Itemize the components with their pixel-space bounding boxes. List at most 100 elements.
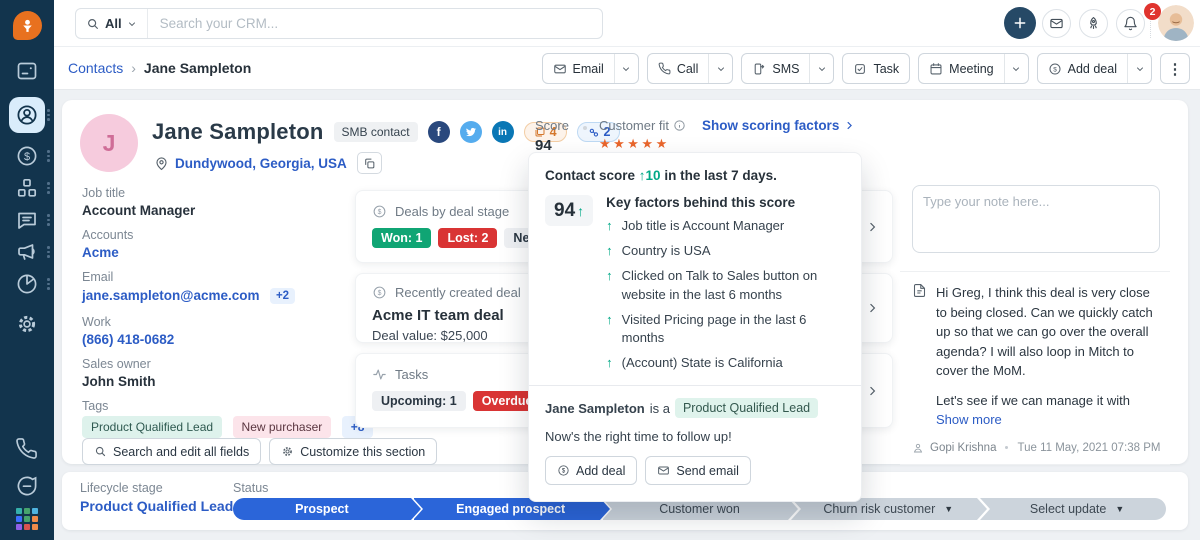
dollar-circle-icon: $ xyxy=(1048,62,1062,76)
contacts-icon[interactable] xyxy=(9,97,45,133)
sidebar: $ xyxy=(0,0,54,540)
contact-location[interactable]: Dundywood, Georgia, USA xyxy=(175,156,347,171)
add-deal-button[interactable]: $ Add deal xyxy=(1038,54,1127,83)
app-logo-icon[interactable] xyxy=(13,11,42,40)
popup-send-email-button[interactable]: Send email xyxy=(645,456,751,485)
notifications-bell-icon[interactable] xyxy=(1116,9,1145,38)
note-author: Gopi Krishna xyxy=(930,442,996,454)
show-more-link[interactable]: Show more xyxy=(936,412,1002,427)
meeting-dropdown-button[interactable] xyxy=(1004,54,1028,83)
add-deal-dropdown-button[interactable] xyxy=(1127,54,1151,83)
task-button[interactable]: Task xyxy=(843,54,909,83)
tag-pill[interactable]: Product Qualified Lead xyxy=(82,416,222,438)
quick-add-button[interactable] xyxy=(1004,7,1036,39)
email-label: Email xyxy=(82,270,350,284)
note-input[interactable] xyxy=(912,185,1160,253)
meeting-button[interactable]: Meeting xyxy=(919,54,1003,83)
conversations-menu-icon[interactable] xyxy=(47,214,51,226)
chevron-right-icon[interactable] xyxy=(866,220,879,233)
twitter-icon[interactable] xyxy=(460,121,482,143)
up-arrow-icon: ↑ xyxy=(577,203,584,219)
work-phone-label: Work xyxy=(82,315,350,329)
campaigns-menu-icon[interactable] xyxy=(47,246,51,258)
whats-new-rocket-icon[interactable] xyxy=(1079,9,1108,38)
calendar-icon xyxy=(929,62,943,76)
score-factor: ↑Clicked on Talk to Sales button on webs… xyxy=(606,267,845,303)
email-button[interactable]: Email xyxy=(543,54,614,83)
email-inbox-icon[interactable] xyxy=(1042,9,1071,38)
products-icon[interactable] xyxy=(15,176,39,200)
lead-name: Jane Sampleton xyxy=(545,401,645,416)
campaigns-icon[interactable] xyxy=(15,240,39,264)
apps-grid-icon[interactable] xyxy=(16,508,38,530)
contact-fields: Job title Account Manager Accounts Acme … xyxy=(82,186,350,448)
notes-panel: Hi Greg, I think this deal is very close… xyxy=(900,185,1170,490)
contact-name: Jane Sampleton xyxy=(152,119,324,145)
info-icon[interactable] xyxy=(673,119,686,132)
stage-select-update[interactable]: Select update▼ xyxy=(980,498,1166,520)
search-scope-dropdown[interactable]: All xyxy=(76,9,148,38)
author-stamp-icon xyxy=(912,442,924,454)
lifecycle-stage-dropdown[interactable]: Product Qualified Lead▼ xyxy=(80,498,247,514)
dot-separator xyxy=(583,126,587,130)
customer-fit-stars: ★★★★★ xyxy=(599,136,686,152)
breadcrumb-contacts-link[interactable]: Contacts xyxy=(68,60,123,76)
deals-icon[interactable]: $ xyxy=(15,144,39,168)
settings-icon[interactable] xyxy=(15,312,39,336)
deals-menu-icon[interactable] xyxy=(47,150,51,162)
dot-separator xyxy=(1005,446,1008,449)
email-more-badge[interactable]: +2 xyxy=(270,288,295,304)
svg-text:$: $ xyxy=(378,290,382,297)
note-item[interactable]: Hi Greg, I think this deal is very close… xyxy=(900,272,1170,430)
note-timestamp: Tue 11 May, 2021 07:38 PM xyxy=(1017,442,1160,454)
search-input[interactable] xyxy=(148,16,602,31)
stage-prospect[interactable]: Prospect xyxy=(233,498,411,520)
analytics-icon[interactable] xyxy=(15,272,39,296)
customer-fit-label: Customer fit xyxy=(599,118,686,133)
show-scoring-factors-link[interactable]: Show scoring factors xyxy=(702,118,855,133)
sms-icon xyxy=(752,62,766,76)
more-actions-kebab-icon[interactable]: ⋮ xyxy=(1160,53,1190,84)
score-factor: ↑Visited Pricing page in the last 6 mont… xyxy=(606,311,845,347)
contacts-menu-icon[interactable] xyxy=(47,109,51,121)
accounts-label: Accounts xyxy=(82,228,350,242)
linkedin-icon[interactable]: in xyxy=(492,121,514,143)
email-value[interactable]: jane.sampleton@acme.com xyxy=(82,288,259,303)
chevron-right-icon: › xyxy=(131,60,136,76)
accounts-value[interactable]: Acme xyxy=(82,245,350,260)
call-dropdown-button[interactable] xyxy=(708,54,732,83)
phone-icon xyxy=(658,62,671,75)
email-dropdown-button[interactable] xyxy=(614,54,638,83)
call-button[interactable]: Call xyxy=(648,54,709,83)
chevron-right-icon[interactable] xyxy=(866,302,879,315)
activity-icon xyxy=(372,367,387,382)
caret-down-icon: ▼ xyxy=(1115,504,1124,514)
factors-title: Key factors behind this score xyxy=(606,195,845,210)
phone-icon[interactable] xyxy=(15,437,39,461)
caret-down-icon: ▼ xyxy=(944,504,953,514)
search-edit-fields-button[interactable]: Search and edit all fields xyxy=(82,438,261,465)
sms-button[interactable]: SMS xyxy=(742,54,809,83)
up-arrow-icon: ↑ xyxy=(606,311,613,347)
global-search[interactable]: All xyxy=(75,8,603,39)
score-factor: ↑Job title is Account Manager xyxy=(606,217,845,235)
sms-dropdown-button[interactable] xyxy=(809,54,833,83)
work-phone-value[interactable]: (866) 418-0682 xyxy=(82,332,350,347)
chat-icon[interactable] xyxy=(15,474,39,498)
copy-icon[interactable] xyxy=(357,152,382,174)
up-arrow-icon: ↑ xyxy=(606,267,613,303)
dashboard-icon[interactable] xyxy=(15,59,39,83)
page-header-bar: Contacts › Jane Sampleton Email Call xyxy=(54,47,1200,90)
location-pin-icon xyxy=(154,156,169,171)
conversations-icon[interactable] xyxy=(15,208,39,232)
analytics-menu-icon[interactable] xyxy=(47,278,51,290)
chevron-right-icon[interactable] xyxy=(866,384,879,397)
up-arrow-icon: ↑ xyxy=(606,354,613,372)
user-avatar[interactable] xyxy=(1158,5,1194,41)
chevron-down-icon xyxy=(127,19,137,29)
tag-pill[interactable]: New purchaser xyxy=(233,416,332,438)
products-menu-icon[interactable] xyxy=(47,182,51,194)
facebook-icon[interactable]: f xyxy=(428,121,450,143)
customize-section-button[interactable]: Customize this section xyxy=(269,438,437,465)
popup-add-deal-button[interactable]: $ Add deal xyxy=(545,456,637,485)
